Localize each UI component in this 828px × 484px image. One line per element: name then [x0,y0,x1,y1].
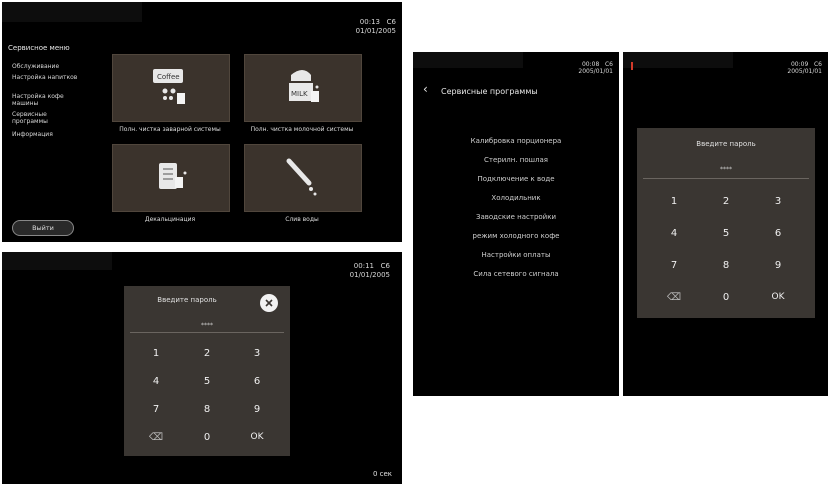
key-9[interactable]: 9 [763,260,793,271]
back-button[interactable]: ‹ [423,82,428,96]
menu-item-drinks-settings[interactable]: Настройка напитков [12,74,82,82]
divider [130,332,284,333]
tile-coffee-cleaning[interactable]: Coffee [112,54,230,122]
tile-caption-water-drain: Слив воды [285,216,319,223]
menu-item-maintenance[interactable]: Обслуживание [12,63,82,71]
exit-button[interactable]: Выйти [12,220,74,236]
page-title: Сервисное меню [8,44,70,52]
close-icon [265,299,273,307]
tile-decalcification[interactable] [112,144,230,212]
backspace-icon: ⌫ [148,432,164,443]
menu-item-service-programs[interactable]: Сервисные программы [12,111,82,125]
countdown-timer: 0 сек [372,470,392,478]
ok-key[interactable]: OK [763,292,793,302]
key-4[interactable]: 4 [659,228,689,239]
key-3[interactable]: 3 [763,196,793,207]
program-item-fridge[interactable]: Холодильник [413,194,619,202]
clock-time: 00:13 C6 [359,18,396,26]
top-bar-logo-area [413,52,523,68]
dialog-title: Введите пароль [696,140,756,148]
clock-time: 00:08 C6 [581,61,613,68]
program-item-factory-settings[interactable]: Заводские настройки [413,213,619,221]
key-0[interactable]: 0 [711,292,741,303]
clock-time: 00:11 C6 [353,262,390,270]
clock-date: 2005/01/01 [787,68,822,75]
key-8[interactable]: 8 [711,260,741,271]
close-button[interactable] [260,294,278,312]
dialog-title: Введите пароль [157,296,217,304]
ok-key[interactable]: OK [242,432,272,442]
password-field[interactable]: **** [124,322,290,329]
back-chevron-icon: ‹ [423,82,428,96]
password-field[interactable]: **** [637,166,815,173]
password-screen-portrait: 00:09 C6 2005/01/01 Введите пароль **** 1… [623,52,828,396]
backspace-key[interactable]: ⌫ [141,432,171,443]
key-5[interactable]: 5 [711,228,741,239]
program-item-water-connection[interactable]: Подключение к воде [413,175,619,183]
milk-label: MILK [291,90,308,98]
divider [643,178,809,179]
key-6[interactable]: 6 [242,376,272,387]
key-4[interactable]: 4 [141,376,171,387]
key-1[interactable]: 1 [659,196,689,207]
page-title: Сервисные программы [441,87,538,96]
clock-date: 01/01/2005 [349,271,390,279]
status-clock: 00:13 C6 01/01/2005 [356,18,396,36]
clock-date: 2005/01/01 [578,68,613,75]
key-6[interactable]: 6 [763,228,793,239]
status-clock: 00:08 C6 2005/01/01 [578,61,613,75]
key-7[interactable]: 7 [141,404,171,415]
backspace-icon: ⌫ [666,292,682,303]
backspace-key[interactable]: ⌫ [659,292,689,303]
milk-cleaning-icon: MILK [289,70,319,102]
key-5[interactable]: 5 [192,376,222,387]
password-dialog: Введите пароль **** 1 2 3 4 5 6 7 8 9 ⌫ … [637,128,815,318]
top-bar-logo-area [2,252,112,270]
program-item-portioner-calibration[interactable]: Калибровка порционера [413,137,619,145]
tile-milk-cleaning[interactable]: MILK [244,54,362,122]
key-9[interactable]: 9 [242,404,272,415]
key-3[interactable]: 3 [242,348,272,359]
key-7[interactable]: 7 [659,260,689,271]
coffee-cleaning-icon: Coffee [153,69,185,104]
menu-item-information[interactable]: Информация [12,131,82,139]
password-dialog: Введите пароль **** 1 2 3 4 5 6 7 8 9 ⌫ … [124,286,290,456]
key-1[interactable]: 1 [141,348,171,359]
tile-caption-decalcification: Декальцинация [144,216,196,223]
tile-caption-coffee-cleaning: Полн. чистка заварной системы [119,126,221,133]
key-0[interactable]: 0 [192,432,222,443]
program-item-cold-coffee-mode[interactable]: режим холодного кофе [413,232,619,240]
service-menu-screen: 00:13 C6 01/01/2005 Сервисное меню Обслуж… [2,2,402,242]
menu-item-machine-settings[interactable]: Настройка кофе машины [12,93,82,107]
key-2[interactable]: 2 [711,196,741,207]
decalcification-icon [159,163,187,189]
top-bar-logo-area [623,52,733,68]
top-bar-logo-area [2,2,142,22]
program-item-network-signal[interactable]: Сила сетевого сигнала [413,270,619,278]
program-item-sterilization[interactable]: Стерилн. пошлая [413,156,619,164]
status-clock: 00:11 C6 01/01/2005 [350,262,390,280]
tile-caption-milk-cleaning: Полн. чистка молочной системы [250,126,354,133]
tile-water-drain[interactable] [244,144,362,212]
program-item-payment-settings[interactable]: Настройки оплаты [413,251,619,259]
key-8[interactable]: 8 [192,404,222,415]
water-drain-icon [286,158,317,196]
status-clock: 00:09 C6 2005/01/01 [787,61,822,75]
password-screen: 00:11 C6 01/01/2005 Введите пароль **** 1… [2,252,402,484]
clock-time: 00:09 C6 [790,61,822,68]
status-indicator [631,62,633,70]
key-2[interactable]: 2 [192,348,222,359]
clock-date: 01/01/2005 [355,27,396,35]
service-programs-screen: 00:08 C6 2005/01/01 ‹ Сервисные программы… [413,52,619,396]
coffee-label: Coffee [157,73,180,81]
